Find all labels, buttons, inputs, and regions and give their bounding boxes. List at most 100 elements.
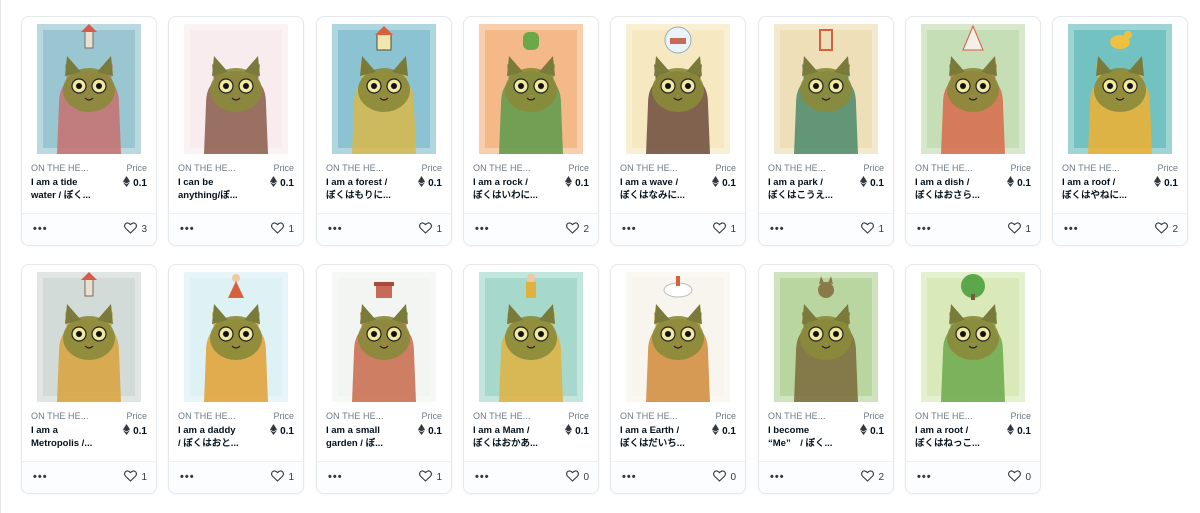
nft-card[interactable]: ON THE HE... Price I am a Metropolis /... 0.…: [21, 264, 157, 494]
collection-name[interactable]: ON THE HE...: [915, 411, 973, 421]
nft-image[interactable]: [1053, 17, 1187, 161]
favorite-count: 2: [583, 224, 589, 235]
collection-name[interactable]: ON THE HE...: [178, 411, 236, 421]
nft-card[interactable]: ON THE HE... Price I am a tide water / ぼく..…: [21, 16, 157, 246]
price-amount: 0.1: [428, 425, 442, 437]
nft-card[interactable]: ON THE HE... Price I am a dish / ぼくはおさら... 0…: [905, 16, 1041, 246]
nft-title[interactable]: I am a small garden / ぼ...: [326, 424, 410, 450]
more-options-button[interactable]: •••: [180, 471, 195, 483]
favorite-button[interactable]: 1: [271, 222, 294, 237]
more-options-button[interactable]: •••: [917, 223, 932, 235]
more-options-button[interactable]: •••: [328, 471, 343, 483]
nft-title[interactable]: I am a wave / ぼくはなみに...: [620, 176, 704, 202]
nft-image[interactable]: [22, 17, 156, 161]
collection-name[interactable]: ON THE HE...: [473, 411, 531, 421]
nft-image[interactable]: [611, 265, 745, 409]
favorite-button[interactable]: 0: [713, 470, 736, 485]
nft-image[interactable]: [169, 265, 303, 409]
nft-card[interactable]: ON THE HE... Price I am a root / ぼくはねっこ... 0…: [905, 264, 1041, 494]
nft-title[interactable]: I am a daddy / ぼくはおと...: [178, 424, 262, 450]
collection-name[interactable]: ON THE HE...: [178, 163, 236, 173]
favorite-button[interactable]: 2: [566, 222, 589, 237]
more-options-button[interactable]: •••: [180, 223, 195, 235]
price-amount: 0.1: [1017, 425, 1031, 437]
favorite-button[interactable]: 1: [419, 470, 442, 485]
collection-name[interactable]: ON THE HE...: [473, 163, 531, 173]
more-options-button[interactable]: •••: [622, 223, 637, 235]
collection-name[interactable]: ON THE HE...: [915, 163, 973, 173]
card-footer: ••• 2: [464, 213, 598, 245]
nft-title[interactable]: I am a tide water / ぼく...: [31, 176, 115, 202]
nft-image[interactable]: [759, 17, 893, 161]
price-amount: 0.1: [722, 177, 736, 189]
nft-image[interactable]: [906, 17, 1040, 161]
nft-image[interactable]: [317, 265, 451, 409]
nft-card[interactable]: ON THE HE... Price I am a Earth / ぼくはだいち...…: [610, 264, 746, 494]
more-options-button[interactable]: •••: [622, 471, 637, 483]
nft-card[interactable]: ON THE HE... Price I am a roof / ぼくはやねに... 0…: [1052, 16, 1188, 246]
price-value: 0.1: [270, 176, 294, 190]
ethereum-icon: [270, 424, 278, 438]
more-options-button[interactable]: •••: [33, 223, 48, 235]
favorite-button[interactable]: 1: [124, 470, 147, 485]
nft-title[interactable]: I am a Earth / ぼくはだいち...: [620, 424, 704, 450]
favorite-button[interactable]: 1: [419, 222, 442, 237]
collection-name[interactable]: ON THE HE...: [31, 163, 89, 173]
favorite-button[interactable]: 2: [861, 470, 884, 485]
favorite-button[interactable]: 1: [1008, 222, 1031, 237]
nft-card[interactable]: ON THE HE... Price I am a forest / ぼくはもりに..…: [316, 16, 452, 246]
collection-name[interactable]: ON THE HE...: [326, 163, 384, 173]
collection-name[interactable]: ON THE HE...: [768, 411, 826, 421]
nft-image[interactable]: [611, 17, 745, 161]
nft-image[interactable]: [464, 17, 598, 161]
nft-card[interactable]: ON THE HE... Price I can be anything/ぼ... 0.…: [168, 16, 304, 246]
nft-title[interactable]: I am a park / ぼくはこうえ...: [768, 176, 852, 202]
nft-image[interactable]: [906, 265, 1040, 409]
collection-name[interactable]: ON THE HE...: [620, 163, 678, 173]
collection-name[interactable]: ON THE HE...: [326, 411, 384, 421]
favorite-button[interactable]: 1: [713, 222, 736, 237]
nft-title[interactable]: I am a roof / ぼくはやねに...: [1062, 176, 1146, 202]
nft-title[interactable]: I become “Me” / ぼく...: [768, 424, 852, 450]
nft-card[interactable]: ON THE HE... Price I am a daddy / ぼくはおと... 0…: [168, 264, 304, 494]
collection-name[interactable]: ON THE HE...: [1062, 163, 1120, 173]
more-options-button[interactable]: •••: [770, 223, 785, 235]
nft-image[interactable]: [169, 17, 303, 161]
nft-title[interactable]: I am a forest / ぼくはもりに...: [326, 176, 410, 202]
nft-card[interactable]: ON THE HE... Price I am a wave / ぼくはなみに... 0…: [610, 16, 746, 246]
more-options-button[interactable]: •••: [1064, 223, 1079, 235]
nft-title[interactable]: I am a rock / ぼくはいわに...: [473, 176, 557, 202]
more-options-button[interactable]: •••: [328, 223, 343, 235]
more-options-button[interactable]: •••: [770, 471, 785, 483]
nft-image[interactable]: [759, 265, 893, 409]
favorite-button[interactable]: 2: [1155, 222, 1178, 237]
favorite-button[interactable]: 1: [271, 470, 294, 485]
nft-title[interactable]: I am a Mam / ぼくはおかあ...: [473, 424, 557, 450]
nft-title[interactable]: I am a dish / ぼくはおさら...: [915, 176, 999, 202]
more-options-button[interactable]: •••: [917, 471, 932, 483]
more-options-button[interactable]: •••: [475, 471, 490, 483]
favorite-button[interactable]: 1: [861, 222, 884, 237]
more-options-button[interactable]: •••: [33, 471, 48, 483]
nft-title-line2: “Me” / ぼく...: [768, 438, 833, 449]
price-label: Price: [568, 163, 589, 173]
nft-card[interactable]: ON THE HE... Price I am a park / ぼくはこうえ... 0…: [758, 16, 894, 246]
nft-image[interactable]: [317, 17, 451, 161]
price-amount: 0.1: [280, 425, 294, 437]
nft-card[interactable]: ON THE HE... Price I am a small garden / ぼ.…: [316, 264, 452, 494]
nft-image[interactable]: [464, 265, 598, 409]
more-options-button[interactable]: •••: [475, 223, 490, 235]
nft-title[interactable]: I am a Metropolis /...: [31, 424, 115, 450]
favorite-button[interactable]: 0: [566, 470, 589, 485]
collection-name[interactable]: ON THE HE...: [768, 163, 826, 173]
nft-title[interactable]: I am a root / ぼくはねっこ...: [915, 424, 999, 450]
nft-card[interactable]: ON THE HE... Price I am a Mam / ぼくはおかあ... 0.…: [463, 264, 599, 494]
collection-name[interactable]: ON THE HE...: [31, 411, 89, 421]
nft-card[interactable]: ON THE HE... Price I am a rock / ぼくはいわに... 0…: [463, 16, 599, 246]
collection-name[interactable]: ON THE HE...: [620, 411, 678, 421]
nft-image[interactable]: [22, 265, 156, 409]
favorite-button[interactable]: 0: [1008, 470, 1031, 485]
nft-card[interactable]: ON THE HE... Price I become “Me” / ぼく... 0.1…: [758, 264, 894, 494]
nft-title[interactable]: I can be anything/ぼ...: [178, 176, 262, 202]
favorite-button[interactable]: 3: [124, 222, 147, 237]
